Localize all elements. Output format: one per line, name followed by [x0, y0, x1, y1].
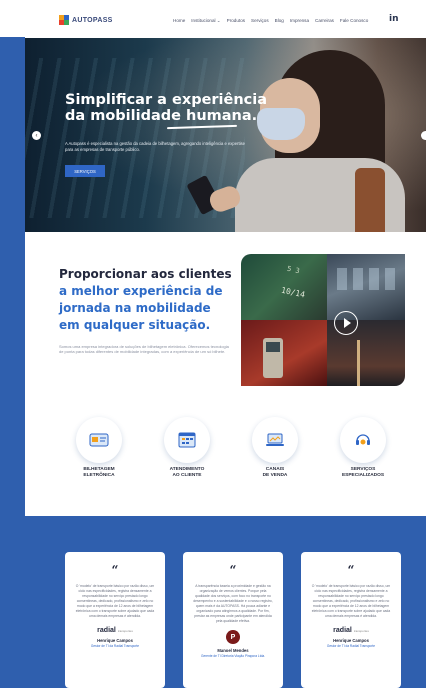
- quote-icon: “: [347, 563, 355, 577]
- site-header: AUTOPASS Home Institucional ⌄ Produtos S…: [25, 8, 426, 36]
- headset-icon: [356, 434, 370, 445]
- mission-heading: Proporcionar aos clientes a melhor exper…: [59, 267, 232, 332]
- testimonial-card: “ O 'modelo' de transporte básico por ra…: [65, 552, 165, 688]
- service-label: CANAIS DE VENDA: [262, 467, 288, 478]
- testimonial-name: Henrique Campos: [333, 638, 369, 643]
- service-bilhetagem[interactable]: BILHETAGEM ELETRÔNICA: [59, 417, 139, 479]
- calendar-icon: [178, 432, 196, 448]
- card-photo: 5 3 10/14: [241, 254, 327, 320]
- testimonial-name: Henrique Campos: [97, 638, 133, 643]
- testimonial-text: O 'modelo' de transporte básico por razã…: [75, 584, 155, 618]
- service-label: ATENDIMENTO AO CLIENTE: [169, 467, 205, 478]
- nav-fale-conosco[interactable]: Fale Conosco: [340, 18, 368, 24]
- laptop-icon: [266, 433, 284, 446]
- radial-logo: radial transportes: [97, 627, 133, 634]
- validator-photo: [241, 320, 327, 386]
- testimonial-text: A transparência baseia a proximidade e g…: [193, 584, 273, 623]
- nav-imprensa[interactable]: Imprensa: [290, 18, 309, 24]
- nav-home[interactable]: Home: [173, 18, 185, 24]
- service-canais-venda[interactable]: CANAIS DE VENDA: [235, 417, 315, 479]
- carousel-next-arrow-icon[interactable]: [421, 131, 426, 140]
- testimonial-role: Gestor de TI da Radial Transporte: [90, 644, 140, 648]
- nav-produtos[interactable]: Produtos: [227, 18, 245, 24]
- nav-blog[interactable]: Blog: [275, 18, 284, 24]
- quote-icon: “: [111, 563, 119, 577]
- testimonial-role: Gestor de TI da Radial Transporte: [326, 644, 376, 648]
- website-page: AUTOPASS Home Institucional ⌄ Produtos S…: [25, 0, 426, 688]
- testimonial-role: Gerente de TI Diretoria Viação Pirapora …: [200, 654, 266, 658]
- radial-logo: radial transportes: [333, 627, 369, 634]
- service-atendimento[interactable]: ATENDIMENTO AO CLIENTE: [147, 417, 227, 479]
- testimonial-text: O 'modelo' de transporte básico por razã…: [311, 584, 391, 618]
- pirapora-logo: P: [226, 630, 240, 644]
- logo-text: AUTOPASS: [72, 16, 113, 24]
- logo-mark-icon: [59, 15, 69, 25]
- quote-icon: “: [229, 563, 237, 577]
- mission-text: Somos uma empresa integradora de soluçõe…: [59, 344, 229, 355]
- ticket-icon: [89, 433, 109, 447]
- nav-institucional[interactable]: Institucional ⌄: [191, 18, 220, 24]
- hero-banner: Simplificar a experiência da mobilidade …: [25, 38, 426, 232]
- testimonial-name: Manoel Mendes: [217, 648, 249, 653]
- testimonial-card: “ O 'modelo' de transporte básico por ra…: [301, 552, 401, 688]
- testimonial-card: “ A transparência baseia a proximidade e…: [183, 552, 283, 688]
- linkedin-icon[interactable]: in: [389, 14, 399, 24]
- service-especializados[interactable]: SERVIÇOS ESPECIALIZADOS: [323, 417, 403, 479]
- hero-title: Simplificar a experiência da mobilidade …: [65, 92, 268, 124]
- carousel-prev-arrow-icon[interactable]: ‹: [32, 131, 41, 140]
- bus-photo: [327, 254, 405, 320]
- video-play-icon[interactable]: [334, 311, 358, 335]
- service-label: BILHETAGEM ELETRÔNICA: [83, 467, 115, 478]
- autopass-logo[interactable]: AUTOPASS: [59, 15, 113, 25]
- main-nav: Home Institucional ⌄ Produtos Serviços B…: [173, 18, 368, 24]
- hero-subtitle: A Autopass é especialista na gestão da c…: [65, 141, 245, 152]
- servicos-button[interactable]: SERVIÇOS: [65, 165, 105, 177]
- nav-servicos[interactable]: Serviços: [251, 18, 269, 24]
- nav-carreiras[interactable]: Carreiras: [315, 18, 334, 24]
- service-label: SERVIÇOS ESPECIALIZADOS: [341, 467, 385, 478]
- mobility-photo-collage: 5 3 10/14: [241, 254, 405, 386]
